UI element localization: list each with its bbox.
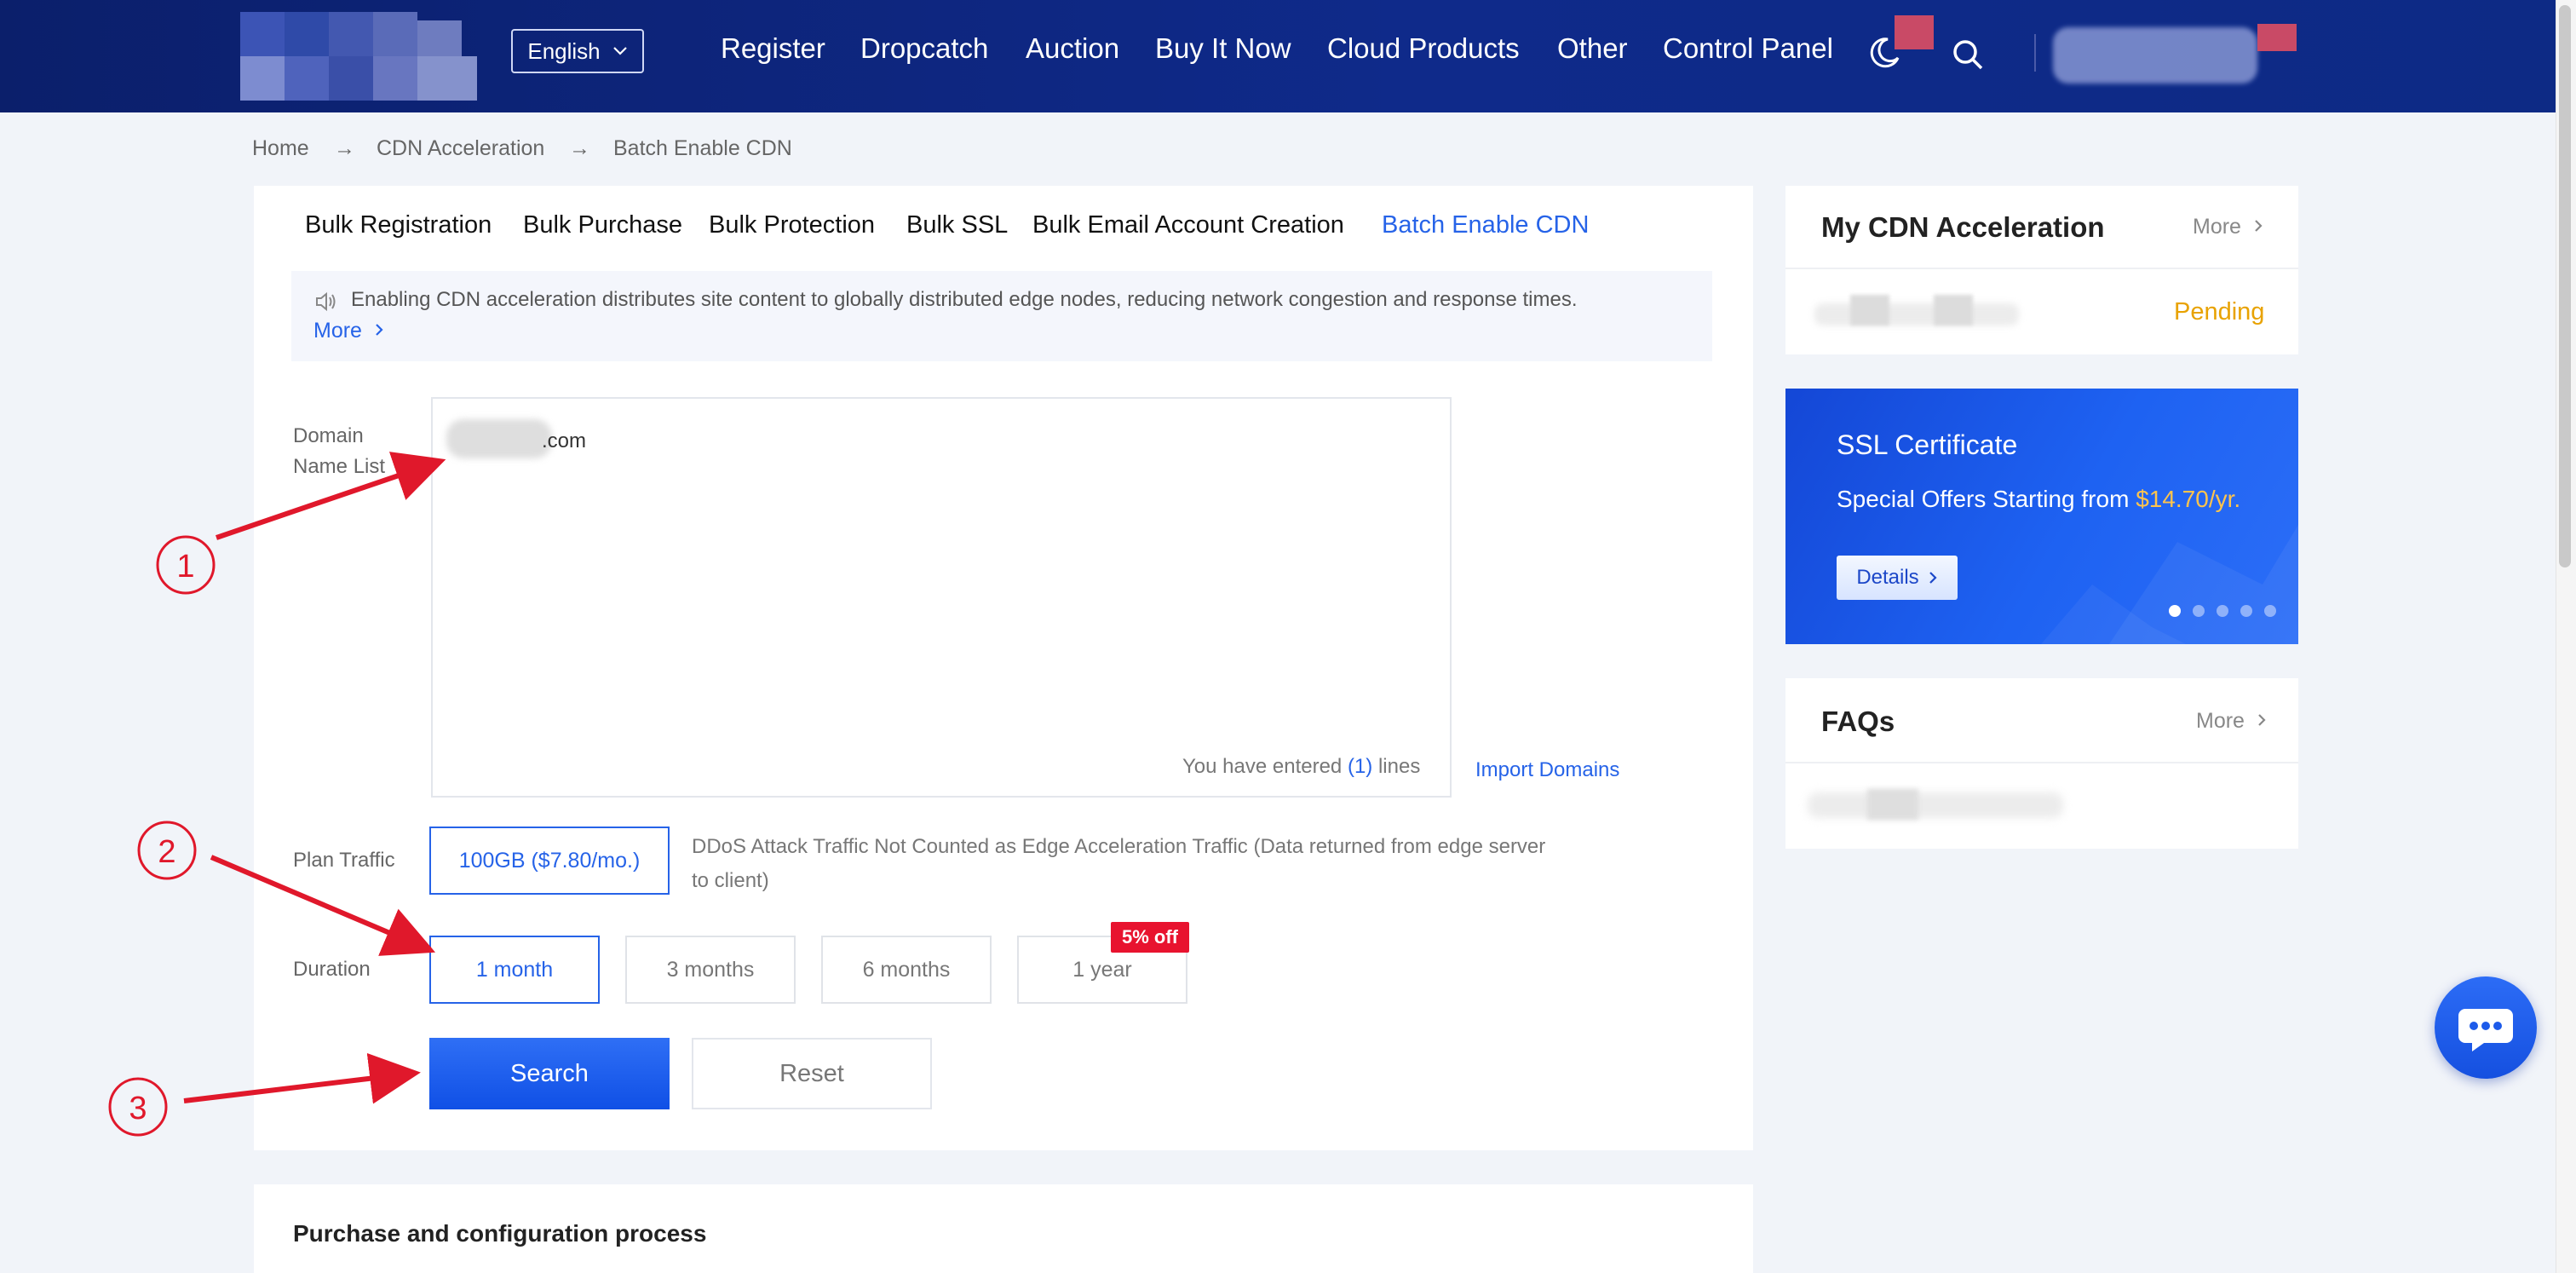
line-count-suffix: lines	[1377, 755, 1421, 778]
tab-bulk-ssl[interactable]: Bulk SSL	[906, 211, 1008, 239]
nav-auction[interactable]: Auction	[1026, 32, 1119, 65]
line-count-text: You have entered (1) lines	[1182, 755, 1420, 779]
chevron-down-icon	[612, 47, 627, 55]
account-avatar[interactable]	[2053, 20, 2300, 87]
plan-option-100gb[interactable]: 100GB ($7.80/mo.)	[429, 827, 670, 895]
reset-button[interactable]: Reset	[692, 1038, 932, 1109]
nav-cloud-products[interactable]: Cloud Products	[1327, 32, 1520, 65]
info-notice	[291, 271, 1712, 361]
notice-more-link[interactable]: More	[313, 319, 385, 343]
ssl-offer-text: Special Offers Starting from $14.70/yr.	[1837, 486, 2240, 513]
plan-traffic-label: Plan Traffic	[293, 849, 395, 872]
carousel-dot[interactable]	[2264, 605, 2276, 617]
nav-register[interactable]: Register	[721, 32, 825, 65]
redacted-faq-item[interactable]	[1808, 786, 2080, 823]
my-cdn-title: My CDN Acceleration	[1821, 211, 2105, 243]
breadcrumb-current: Batch Enable CDN	[613, 136, 792, 160]
chat-support-button[interactable]	[2435, 976, 2537, 1079]
ssl-title: SSL Certificate	[1837, 429, 2018, 460]
ssl-details-label: Details	[1856, 566, 1919, 589]
scrollbar-thumb[interactable]	[2559, 5, 2571, 567]
domain-list-label: Domain Name List	[293, 424, 386, 478]
chat-bubble-icon	[2458, 1009, 2513, 1051]
card-divider	[1785, 762, 2298, 763]
nav-control-panel[interactable]: Control Panel	[1663, 32, 1833, 65]
language-select[interactable]: English	[511, 29, 644, 73]
duration-6-months[interactable]: 6 months	[821, 936, 992, 1004]
domain-entry: .com	[542, 429, 587, 452]
discount-badge: 5% off	[1111, 922, 1189, 953]
redacted-domain	[446, 419, 552, 458]
tab-bulk-email-account-creation[interactable]: Bulk Email Account Creation	[1032, 211, 1344, 239]
search-icon[interactable]	[1951, 37, 1985, 72]
duration-3-months[interactable]: 3 months	[625, 936, 796, 1004]
speaker-icon	[313, 290, 337, 314]
carousel-dot[interactable]	[2240, 605, 2252, 617]
faq-more-link[interactable]: More	[2196, 709, 2268, 734]
nav-dropcatch[interactable]: Dropcatch	[860, 32, 988, 65]
process-title: Purchase and configuration process	[293, 1220, 707, 1247]
annotation-number: 3	[129, 1091, 147, 1126]
chevron-right-icon	[2258, 714, 2266, 726]
breadcrumb-separator: →	[569, 136, 590, 160]
annotation-number: 1	[176, 549, 194, 585]
breadcrumb-home[interactable]: Home	[252, 136, 309, 161]
breadcrumb-cdn-acceleration[interactable]: CDN Acceleration	[377, 136, 544, 161]
annotation-number: 2	[158, 834, 175, 870]
carousel-dot[interactable]	[2193, 605, 2205, 617]
ssl-details-button[interactable]: Details	[1837, 556, 1958, 600]
carousel-dot[interactable]	[2217, 605, 2228, 617]
cdn-status-pending: Pending	[2174, 298, 2265, 325]
plan-traffic-note: DDoS Attack Traffic Not Counted as Edge …	[692, 835, 1546, 892]
my-cdn-more-link[interactable]: More	[2193, 215, 2264, 239]
line-count-prefix: You have entered	[1182, 755, 1343, 778]
language-label: English	[527, 37, 601, 64]
faq-more-label: More	[2196, 709, 2245, 733]
search-button[interactable]: Search	[429, 1038, 670, 1109]
notice-more-label: More	[313, 319, 362, 343]
theme-icon[interactable]	[1866, 15, 1934, 72]
breadcrumb-separator: →	[334, 136, 355, 160]
duration-1-month[interactable]: 1 month	[429, 936, 600, 1004]
chevron-right-icon	[1929, 572, 1937, 584]
nav-other[interactable]: Other	[1557, 32, 1628, 65]
site-logo[interactable]	[240, 12, 484, 101]
redacted-cdn-domain	[1814, 295, 2036, 332]
ssl-offer-prefix: Special Offers Starting from	[1837, 486, 2136, 512]
header-divider	[2034, 34, 2036, 72]
notice-text: Enabling CDN acceleration distributes si…	[351, 288, 1578, 311]
domain-list-textarea[interactable]	[431, 397, 1452, 798]
import-domains-link[interactable]: Import Domains	[1475, 758, 1619, 782]
nav-buy-it-now[interactable]: Buy It Now	[1155, 32, 1291, 65]
line-count-number: (1)	[1347, 755, 1373, 778]
tab-bulk-protection[interactable]: Bulk Protection	[709, 211, 875, 239]
chevron-right-icon	[376, 324, 383, 336]
chevron-right-icon	[2255, 220, 2263, 232]
ssl-price: $14.70/yr.	[2136, 486, 2241, 512]
tab-bulk-registration[interactable]: Bulk Registration	[305, 211, 492, 239]
tab-bulk-purchase[interactable]: Bulk Purchase	[523, 211, 682, 239]
carousel-dot[interactable]	[2169, 605, 2181, 617]
my-cdn-more-label: More	[2193, 215, 2241, 239]
card-divider	[1785, 268, 2298, 269]
duration-label: Duration	[293, 958, 371, 981]
faq-card	[1785, 678, 2298, 849]
faq-title: FAQs	[1821, 706, 1895, 737]
tab-batch-enable-cdn[interactable]: Batch Enable CDN	[1382, 211, 1589, 239]
